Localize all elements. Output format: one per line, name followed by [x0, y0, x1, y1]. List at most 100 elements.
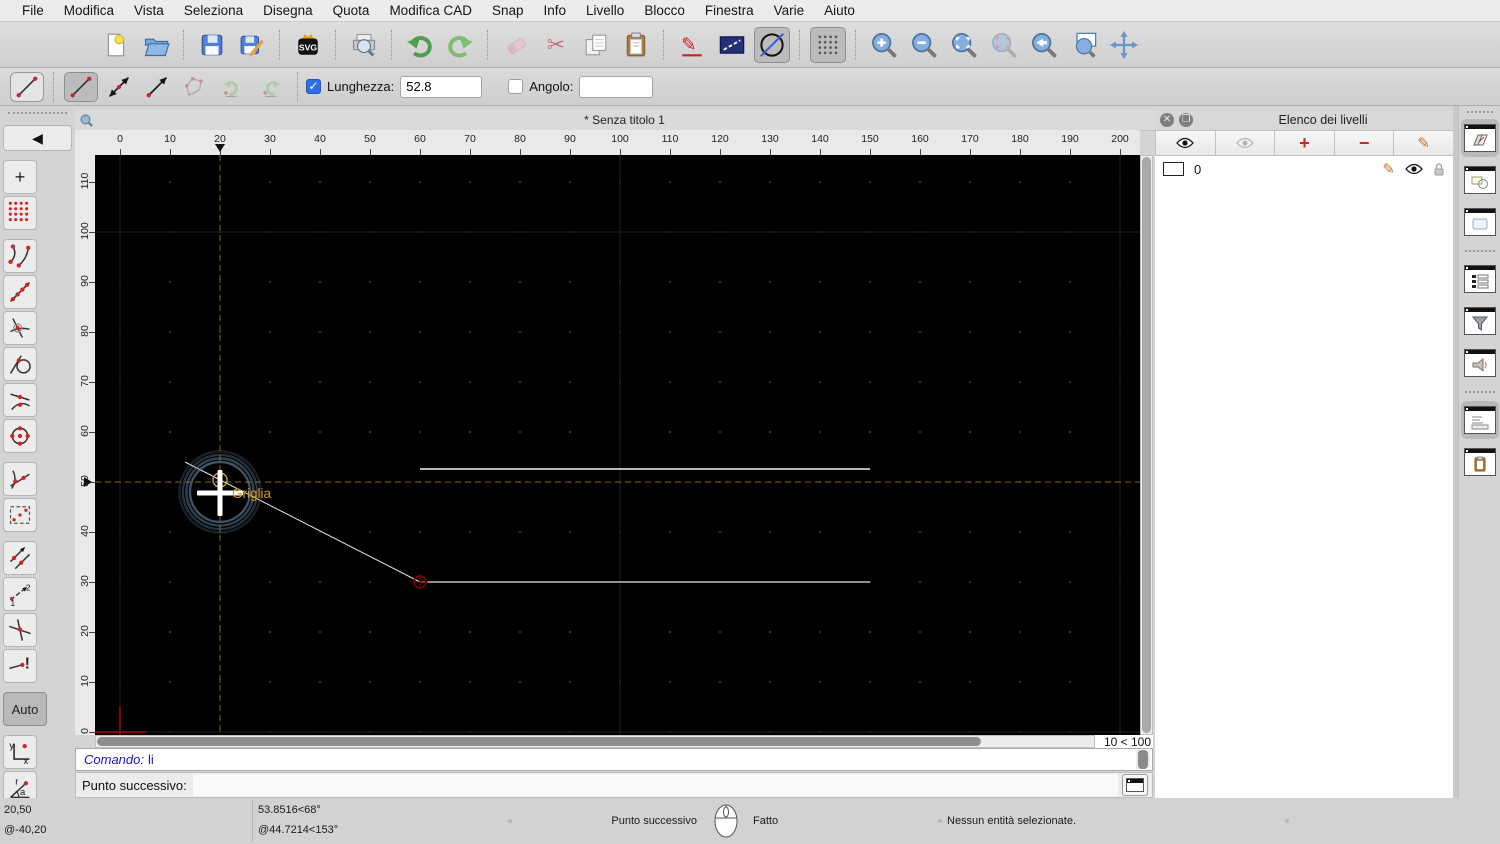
menu-aiuto[interactable]: Aiuto [814, 3, 865, 18]
angle-input[interactable] [579, 75, 654, 98]
command-history-scrollbar[interactable] [1136, 750, 1150, 769]
undo-button[interactable] [402, 27, 438, 63]
menu-info[interactable]: Info [534, 3, 577, 18]
zoom-previous-button[interactable] [1026, 27, 1062, 63]
menu-varie[interactable]: Varie [764, 3, 815, 18]
layer-row[interactable]: 0 ✎ [1155, 156, 1453, 180]
command-dock-button[interactable] [1122, 774, 1148, 796]
snap-intersection-button[interactable] [3, 311, 37, 345]
main-toolbar: SVG ✂ ✎ [0, 22, 1500, 68]
dock-drag-handle[interactable] [1466, 111, 1493, 113]
svg-export-button[interactable]: SVG [290, 27, 326, 63]
float-panel-icon[interactable]: ❐ [1179, 113, 1193, 127]
show-all-layers-button[interactable] [1155, 130, 1216, 156]
snap-parallel-button[interactable] [3, 541, 37, 575]
polyline-button[interactable] [178, 72, 212, 102]
menu-quota[interactable]: Quota [323, 3, 380, 18]
svg-text:r: r [15, 776, 18, 787]
line-attributes-button[interactable] [714, 27, 750, 63]
snap-free-button[interactable]: + [3, 160, 37, 194]
dock-entity-list-button[interactable] [1461, 260, 1499, 298]
menu-finestra[interactable]: Finestra [695, 3, 764, 18]
length-input[interactable] [400, 75, 483, 98]
snap-grid-button[interactable] [3, 196, 37, 230]
snap-endpoints-button[interactable] [3, 239, 37, 273]
snap-ellipse-button[interactable] [754, 26, 790, 63]
zoom-window-button[interactable] [1066, 27, 1102, 63]
menu-snap[interactable]: Snap [482, 3, 534, 18]
sidebar-drag-handle[interactable] [8, 112, 67, 120]
snap-center-button[interactable] [3, 419, 37, 453]
zoom-selected-button[interactable] [986, 27, 1022, 63]
menu-file[interactable]: File [12, 3, 54, 18]
canvas-horizontal-scrollbar[interactable] [95, 735, 1095, 748]
canvas-vertical-scrollbar[interactable] [1140, 155, 1153, 735]
grid-toggle-button[interactable] [810, 26, 846, 63]
length-checkbox[interactable]: ✓ [306, 79, 321, 94]
line-segments-button[interactable] [64, 71, 98, 102]
dock-notify-button[interactable] [1461, 344, 1499, 382]
copy-button[interactable] [578, 27, 614, 63]
add-layer-button[interactable]: + [1274, 130, 1335, 156]
open-drawing-button[interactable] [138, 27, 174, 63]
restrict-nothing-button[interactable]: ! [3, 649, 37, 683]
menu-disegna[interactable]: Disegna [253, 3, 323, 18]
menu-blocco[interactable]: Blocco [634, 3, 695, 18]
layer-visibility-icon[interactable] [1405, 163, 1423, 175]
layer-lock-icon[interactable] [1433, 162, 1445, 176]
undo-segment-button[interactable] [216, 72, 250, 102]
layer-panel-titlebar[interactable]: ✕ ❐ Elenco dei livelli [1155, 110, 1453, 131]
h-ruler-label: 100 [611, 133, 629, 145]
h-ruler-label: 150 [861, 133, 879, 145]
redo-segment-button[interactable] [254, 72, 288, 102]
tool-options-toolbar: ✓ Lunghezza: Angolo: [0, 68, 1500, 106]
delete-button[interactable] [498, 27, 534, 63]
dock-block-list-button[interactable] [1461, 161, 1499, 199]
dock-library-browser-button[interactable] [1461, 203, 1499, 241]
dock-layer-list-button[interactable] [1460, 119, 1499, 157]
menu-modifica[interactable]: Modifica [54, 3, 124, 18]
snap-auto-button[interactable]: Auto [3, 692, 47, 726]
line-both-directions-button[interactable] [102, 72, 136, 102]
remove-layer-button[interactable]: − [1333, 130, 1395, 156]
attributes-pen-button[interactable]: ✎ [674, 27, 710, 63]
restrict-rectangle-button[interactable] [3, 498, 37, 532]
snap-perpendicular-button[interactable] [3, 462, 37, 496]
menu-livello[interactable]: Livello [576, 3, 634, 18]
snap-tangent-button[interactable] [3, 347, 37, 381]
drawing-canvas[interactable]: Griglia [95, 155, 1140, 735]
coordinate-cartesian-button[interactable]: yx [3, 735, 37, 769]
dock-back-button[interactable]: ◀ [3, 125, 72, 151]
snap-distance-button[interactable]: 12 [3, 577, 37, 611]
dock-filter-button[interactable] [1461, 302, 1499, 340]
new-drawing-button[interactable] [98, 27, 134, 63]
cut-button[interactable]: ✂ [538, 27, 574, 63]
command-input[interactable] [192, 774, 1118, 796]
dock-clipboard-button[interactable] [1461, 443, 1499, 481]
save-button[interactable] [194, 27, 230, 63]
zoom-in-button[interactable] [866, 27, 902, 63]
zoom-out-button[interactable] [906, 27, 942, 63]
redo-button[interactable] [442, 27, 478, 63]
menu-vista[interactable]: Vista [124, 3, 174, 18]
pan-button[interactable] [1106, 27, 1142, 63]
hide-all-layers-button[interactable] [1214, 130, 1276, 156]
restrict-orthogonal-button[interactable] [3, 613, 37, 647]
menu-seleziona[interactable]: Seleziona [174, 3, 253, 18]
current-tool-indicator[interactable] [10, 71, 44, 102]
print-preview-button[interactable] [346, 27, 382, 63]
snap-middle-button[interactable] [3, 383, 37, 417]
zoom-auto-button[interactable] [946, 27, 982, 63]
save-as-button[interactable] [234, 27, 270, 63]
snap-on-entity-button[interactable] [3, 275, 37, 309]
menu-modifica-cad[interactable]: Modifica CAD [379, 3, 482, 18]
close-icon[interactable]: ✕ [1160, 113, 1174, 127]
paste-button[interactable] [618, 27, 654, 63]
drawing-window-titlebar[interactable]: * Senza titolo 1 [75, 110, 1155, 131]
angle-checkbox[interactable] [508, 79, 524, 94]
dock-command-line-button[interactable] [1460, 401, 1499, 439]
edit-layer-icon[interactable]: ✎ [1382, 160, 1395, 178]
edit-layer-button[interactable]: ✎ [1393, 130, 1454, 156]
line-vector-button[interactable] [140, 72, 174, 102]
eyefaded-icon [1236, 137, 1254, 149]
